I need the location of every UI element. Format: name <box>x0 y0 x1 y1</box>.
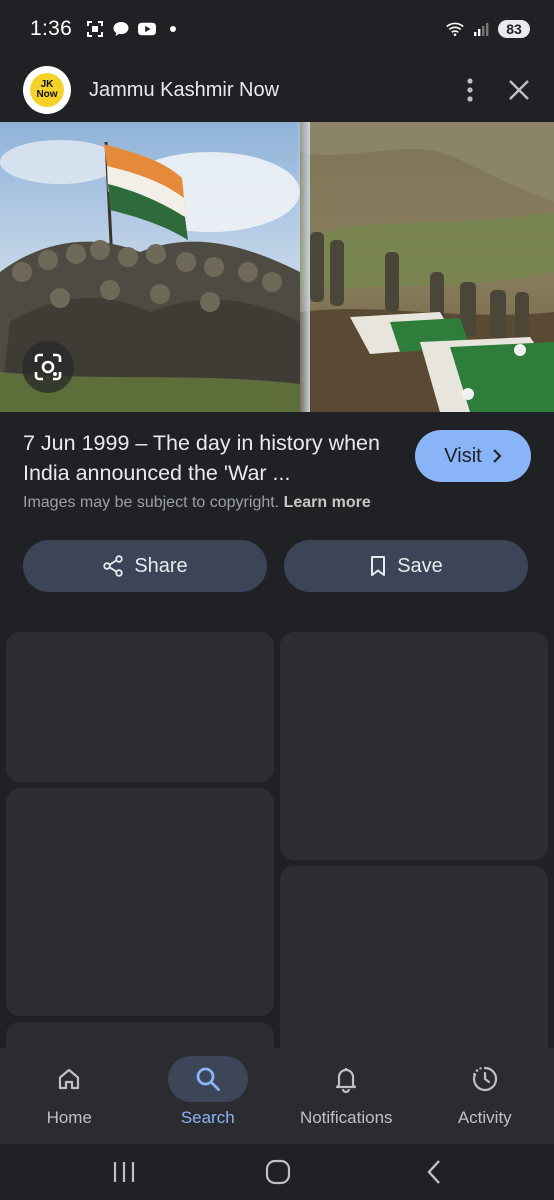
chevron-right-icon <box>492 449 502 463</box>
notification-icons <box>86 20 182 38</box>
bookmark-icon <box>371 556 386 576</box>
chat-icon <box>112 20 130 38</box>
lens-button[interactable] <box>22 341 74 393</box>
related-image-tile[interactable] <box>280 632 548 860</box>
status-time: 1:36 <box>30 17 73 40</box>
screenshot-icon <box>86 20 104 38</box>
header-actions <box>466 77 530 103</box>
battery-indicator: 83 <box>498 20 530 38</box>
youtube-icon <box>138 20 157 38</box>
recent-apps-icon <box>113 1162 135 1182</box>
nav-search-label: Search <box>180 1108 235 1127</box>
system-navigation-bar <box>0 1144 554 1200</box>
dot-icon <box>164 20 182 38</box>
nav-notifications[interactable]: Notifications <box>277 1048 416 1144</box>
visit-label: Visit <box>444 444 482 467</box>
share-button[interactable]: Share <box>23 540 267 592</box>
more-options-icon[interactable] <box>466 77 474 103</box>
activity-icon <box>445 1056 525 1102</box>
nav-notifications-label: Notifications <box>299 1108 393 1127</box>
logo-line2: Now <box>36 89 58 100</box>
search-icon <box>167 1056 248 1102</box>
related-image-tile[interactable] <box>6 788 274 1016</box>
share-icon <box>103 555 124 577</box>
status-bar: 1:36 83 <box>0 0 554 58</box>
back-icon <box>427 1160 440 1184</box>
related-image-tile[interactable] <box>6 632 274 782</box>
signal-icon <box>472 20 490 38</box>
system-status: 83 <box>446 20 530 38</box>
recent-apps-button[interactable] <box>94 1152 154 1192</box>
wifi-icon <box>446 20 464 38</box>
nav-home[interactable]: Home <box>0 1048 139 1144</box>
nav-home-label: Home <box>46 1108 92 1127</box>
lens-icon <box>34 353 62 381</box>
header: JK Now Jammu Kashmir Now <box>0 58 554 122</box>
bottom-navigation: Home Search Notifications Activity <box>0 1048 554 1144</box>
related-image-tile[interactable] <box>280 866 548 1066</box>
save-button[interactable]: Save <box>284 540 528 592</box>
bell-icon <box>306 1056 386 1102</box>
nav-search[interactable]: Search <box>139 1048 278 1144</box>
visit-button[interactable]: Visit <box>415 430 531 482</box>
learn-more-link[interactable]: Learn more <box>284 494 371 511</box>
site-logo: JK Now <box>23 66 71 114</box>
home-system-button[interactable] <box>248 1152 308 1192</box>
copyright-notice: Images may be subject to copyright. Lear… <box>23 494 371 512</box>
close-icon[interactable] <box>508 79 530 101</box>
result-image[interactable] <box>0 122 554 412</box>
back-button[interactable] <box>404 1152 464 1192</box>
nav-activity[interactable]: Activity <box>416 1048 554 1144</box>
nav-activity-label: Activity <box>457 1108 512 1127</box>
logo-badge: JK Now <box>30 73 64 107</box>
save-label: Save <box>397 554 443 577</box>
home-icon <box>29 1056 109 1102</box>
result-caption[interactable]: 7 Jun 1999 – The day in history when Ind… <box>23 428 403 488</box>
copyright-text: Images may be subject to copyright. <box>23 494 280 511</box>
site-title: Jammu Kashmir Now <box>89 78 280 101</box>
share-label: Share <box>134 554 188 577</box>
home-circle-icon <box>265 1159 291 1185</box>
